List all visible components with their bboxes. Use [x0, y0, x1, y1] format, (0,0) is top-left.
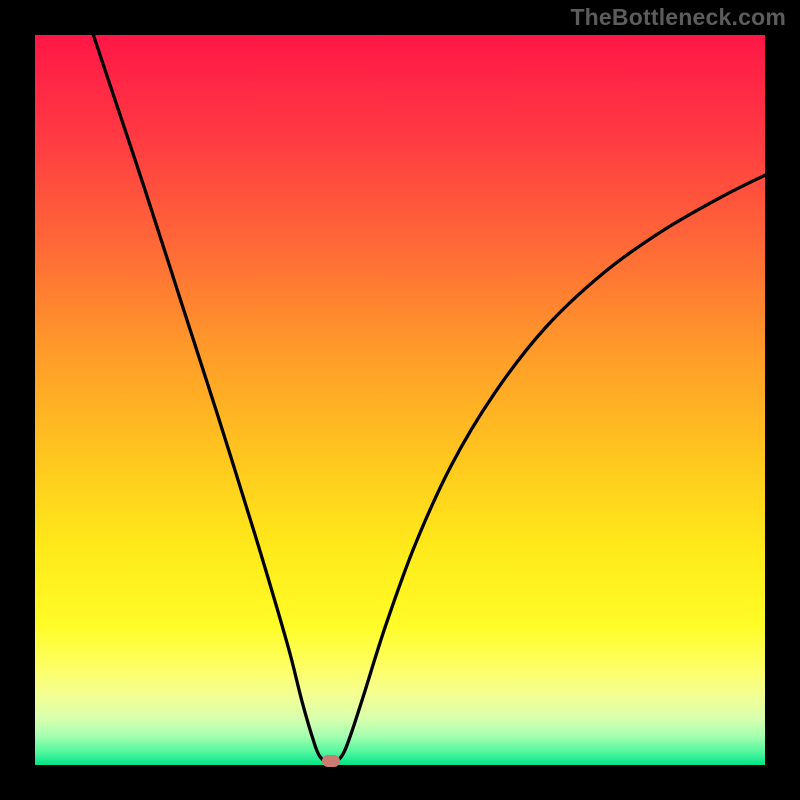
chart-frame: TheBottleneck.com [0, 0, 800, 800]
minimum-marker [322, 755, 340, 767]
bottleneck-curve [93, 35, 765, 763]
curve-layer [35, 35, 765, 765]
watermark-label: TheBottleneck.com [570, 4, 786, 31]
